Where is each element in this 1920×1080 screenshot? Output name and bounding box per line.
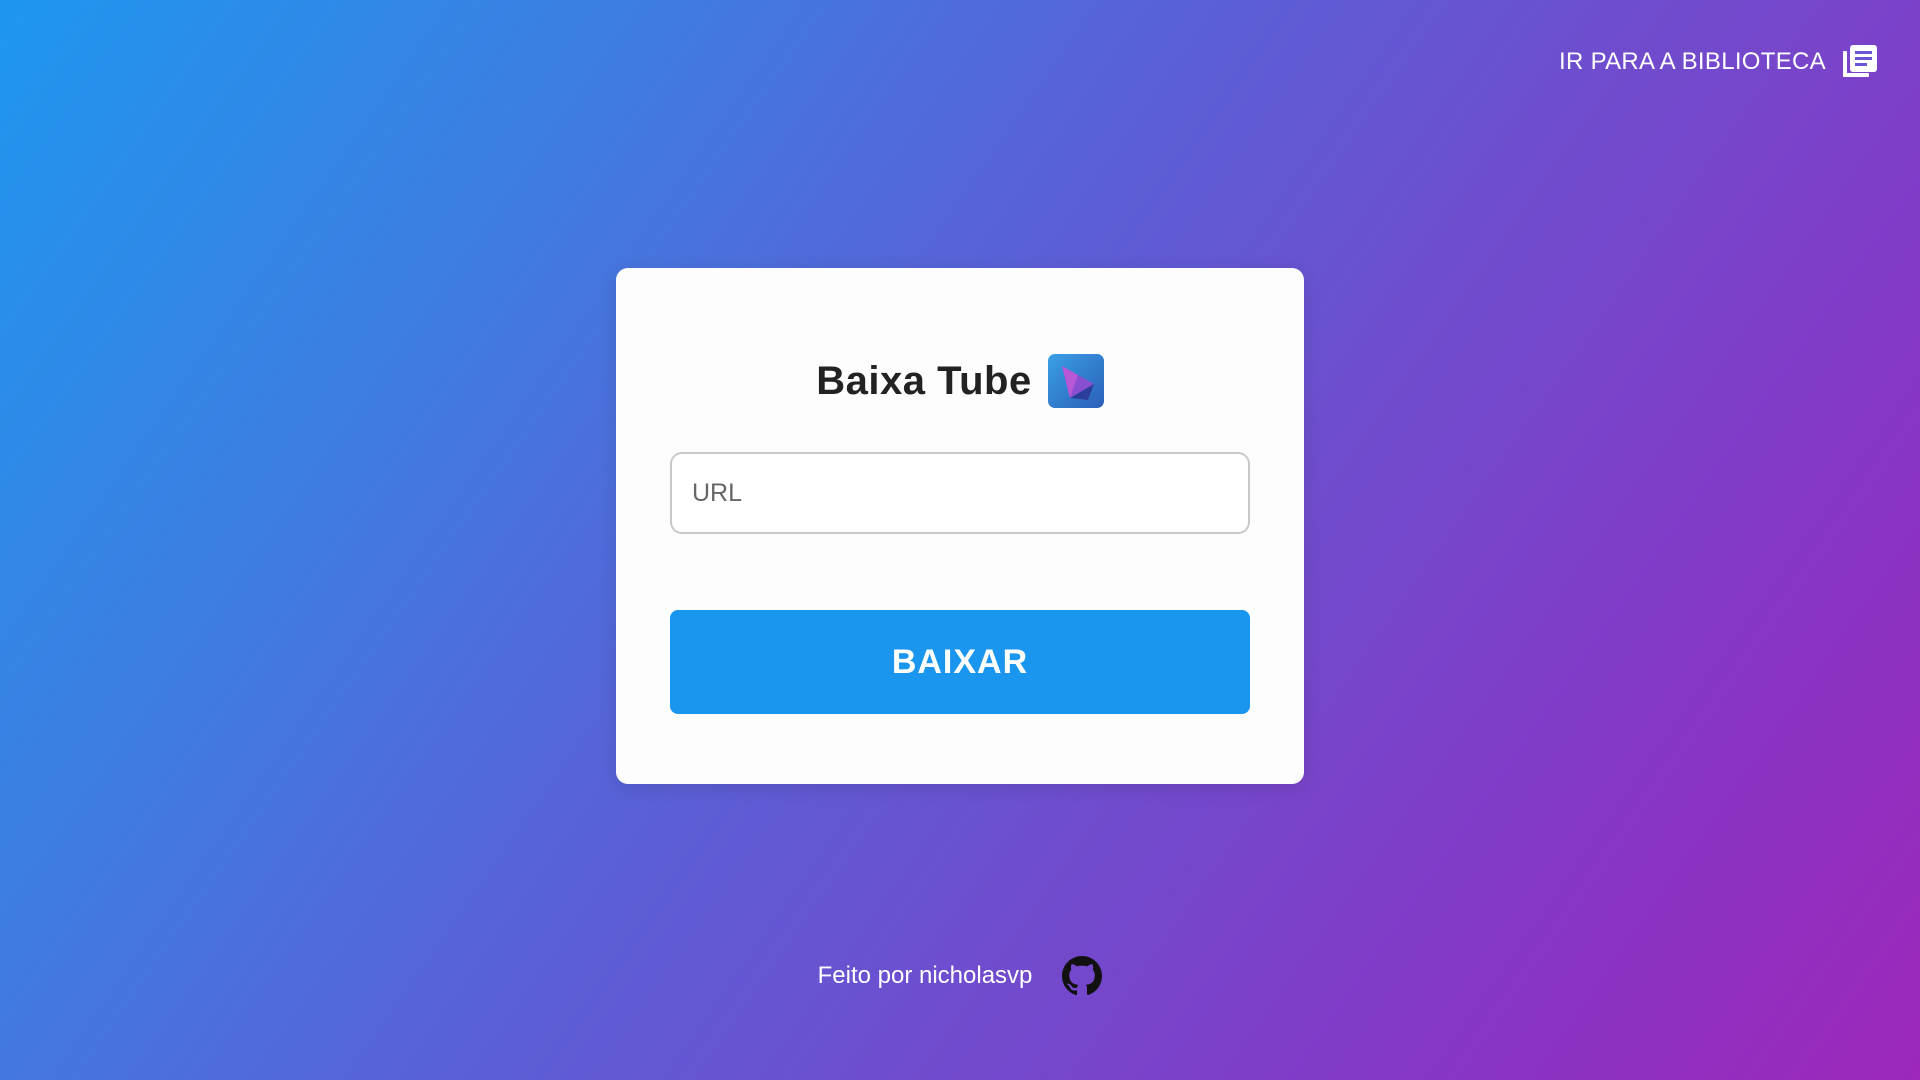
baixa-tube-logo-icon bbox=[1047, 354, 1104, 408]
footer-credit: Feito por nicholasvp bbox=[817, 962, 1033, 989]
app-title: Baixa Tube bbox=[816, 358, 1032, 403]
library-link[interactable]: IR PARA A BIBLIOTECA bbox=[1559, 44, 1878, 80]
download-button[interactable]: BAIXAR bbox=[670, 610, 1250, 714]
library-link-label: IR PARA A BIBLIOTECA bbox=[1559, 48, 1826, 75]
app-title-row: Baixa Tube bbox=[616, 354, 1304, 408]
github-icon[interactable] bbox=[1062, 956, 1103, 996]
footer: Feito por nicholasvp bbox=[0, 956, 1920, 996]
download-card: Baixa Tube BAIXAR bbox=[616, 268, 1304, 784]
url-input[interactable] bbox=[670, 452, 1250, 534]
library-books-icon bbox=[1842, 44, 1878, 80]
